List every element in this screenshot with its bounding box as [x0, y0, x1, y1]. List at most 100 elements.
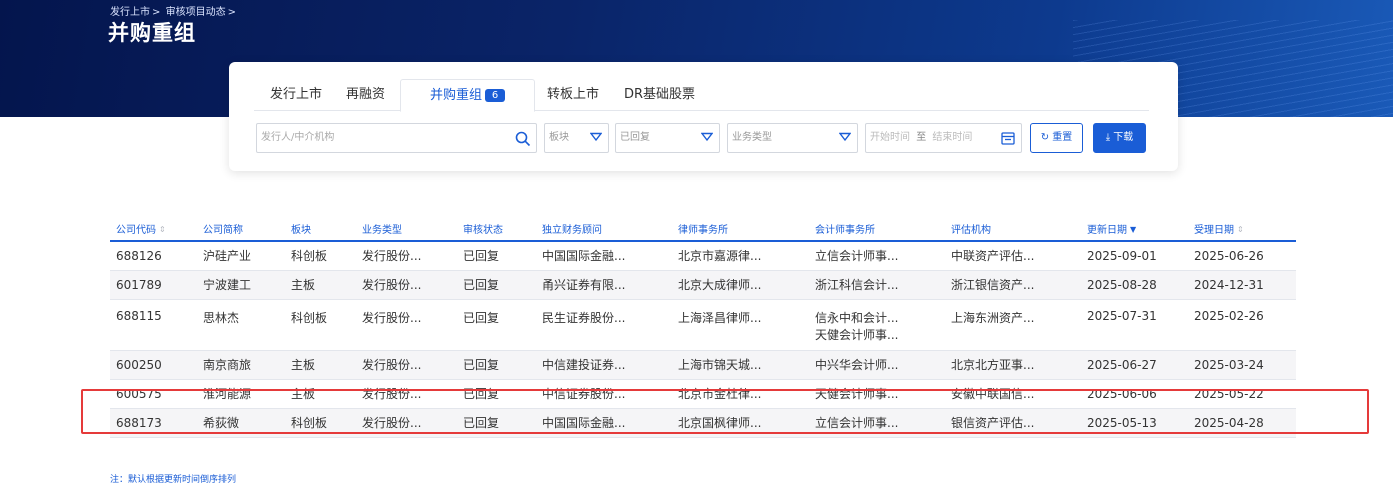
cell-appraisal-agency: 北京北方亚事... — [945, 350, 1081, 380]
cell-accept-date: 2024-12-31 — [1188, 270, 1296, 300]
tab-dr-stock[interactable]: DR基础股票 — [624, 79, 695, 112]
cell-financial-advisor: 甬兴证券有限... — [536, 270, 672, 300]
cell-review-status: 已回复 — [457, 379, 536, 409]
header-label: 受理日期 — [1194, 225, 1234, 236]
cell-accept-date: 2025-02-26 — [1188, 299, 1296, 351]
cell-company-short-name: 南京商旅 — [197, 350, 285, 380]
download-icon: ⤓ — [1105, 132, 1111, 143]
date-range-picker[interactable]: 开始时间 至 结束时间 — [865, 123, 1022, 153]
tab-merger-reorganization[interactable]: 并购重组 6 — [400, 79, 536, 112]
tab-refinancing[interactable]: 再融资 — [346, 79, 385, 112]
search-field — [256, 123, 537, 153]
cell-update-date: 2025-06-27 — [1081, 350, 1188, 380]
start-date-placeholder[interactable]: 开始时间 — [870, 132, 910, 143]
cell-board: 科创板 — [285, 299, 356, 351]
cell-update-date: 2025-05-13 — [1081, 408, 1188, 438]
cell-business-type: 发行股份... — [356, 241, 457, 271]
column-header-accept-date[interactable]: 受理日期 ⇕ — [1188, 217, 1296, 242]
cell-business-type: 发行股份... — [356, 408, 457, 438]
cell-business-type: 发行股份... — [356, 379, 457, 409]
chevron-down-icon — [839, 132, 851, 142]
cell-review-status: 已回复 — [457, 408, 536, 438]
column-header-update-date[interactable]: 更新日期 ▼ — [1081, 217, 1188, 242]
tab-label: 转板上市 — [547, 87, 600, 102]
cell-company-code: 688173 — [110, 408, 197, 438]
status-select[interactable]: 已回复 — [615, 123, 720, 153]
cell-update-date: 2025-06-06 — [1081, 379, 1188, 409]
cell-accept-date: 2025-06-26 — [1188, 241, 1296, 271]
cell-law-firm: 上海泽昌律师... — [672, 299, 809, 351]
calendar-icon[interactable] — [1001, 131, 1015, 145]
table-row[interactable]: 688173 希荻微 科创板 发行股份... 已回复 中国国际金融... 北京国枫律师...… — [110, 408, 1296, 438]
sort-icon[interactable]: ⇕ — [159, 225, 166, 234]
header-label: 更新日期 — [1087, 225, 1127, 236]
end-date-placeholder[interactable]: 结束时间 — [932, 132, 972, 143]
cell-company-code: 688126 — [110, 241, 197, 271]
sort-icon[interactable]: ⇕ — [1237, 225, 1244, 234]
cell-accounting-firm: 中兴华会计师... — [809, 350, 945, 380]
column-header-appraisal: 评估机构 — [945, 217, 1081, 242]
table-row[interactable]: 688115 思林杰 科创板 发行股份... 已回复 民生证券股份... 上海泽昌律师...… — [110, 299, 1296, 351]
column-header-financial-advisor: 独立财务顾问 — [536, 217, 672, 242]
cell-company-code: 600250 — [110, 350, 197, 380]
cell-review-status: 已回复 — [457, 241, 536, 271]
table-row[interactable]: 688126 沪硅产业 科创板 发行股份... 已回复 中国国际金融... 北京市嘉源律..… — [110, 241, 1296, 271]
cell-board: 主板 — [285, 350, 356, 380]
column-header-accounting-firm: 会计师事务所 — [809, 217, 945, 242]
cell-law-firm: 北京国枫律师... — [672, 408, 809, 438]
board-select[interactable]: 板块 — [544, 123, 609, 153]
column-header-code[interactable]: 公司代码 ⇕ — [110, 217, 197, 242]
filter-card: 发行上市 再融资 并购重组6 转板上市 DR基础股票 板块 已回复 业务类型 开… — [229, 62, 1178, 171]
cell-appraisal-agency: 浙江银信资产... — [945, 270, 1081, 300]
tab-board-transfer[interactable]: 转板上市 — [547, 79, 599, 112]
cell-accounting-firm: 浙江科信会计... — [809, 270, 945, 300]
tab-label: 发行上市 — [270, 87, 323, 102]
status-select-value: 已回复 — [620, 132, 650, 143]
cell-accounting-firm: 信永中和会计... 天健会计师事... — [809, 299, 945, 351]
cell-business-type: 发行股份... — [356, 270, 457, 300]
search-icon[interactable] — [515, 131, 531, 147]
cell-accept-date: 2025-05-22 — [1188, 379, 1296, 409]
tab-label: 并购重组 — [430, 88, 483, 103]
tab-ipo[interactable]: 发行上市 — [270, 79, 322, 112]
cell-update-date: 2025-07-31 — [1081, 299, 1188, 351]
cell-financial-advisor: 中信证券股份... — [536, 379, 672, 409]
cell-review-status: 已回复 — [457, 350, 536, 380]
cell-accept-date: 2025-03-24 — [1188, 350, 1296, 380]
cell-accounting-firm: 天健会计师事... — [809, 379, 945, 409]
cell-company-code: 601789 — [110, 270, 197, 300]
table-row[interactable]: 600250 南京商旅 主板 发行股份... 已回复 中信建投证券... 上海市锦天城...… — [110, 350, 1296, 380]
cell-accept-date: 2025-04-28 — [1188, 408, 1296, 438]
cell-company-short-name: 淮河能源 — [197, 379, 285, 409]
cell-company-short-name: 思林杰 — [197, 299, 285, 351]
sort-desc-icon[interactable]: ▼ — [1130, 225, 1136, 234]
cell-update-date: 2025-09-01 — [1081, 241, 1188, 271]
breadcrumb-separator: > — [227, 7, 236, 18]
cell-update-date: 2025-08-28 — [1081, 270, 1188, 300]
chevron-down-icon — [701, 132, 713, 142]
table-row[interactable]: 600575 淮河能源 主板 发行股份... 已回复 中信证券股份... 北京市金杜律...… — [110, 379, 1296, 409]
search-input[interactable] — [261, 124, 501, 151]
cell-company-short-name: 沪硅产业 — [197, 241, 285, 271]
cell-appraisal-agency: 上海东洲资产... — [945, 299, 1081, 351]
cell-accounting-firm: 立信会计师事... — [809, 408, 945, 438]
tab-label: DR基础股票 — [624, 87, 696, 102]
cell-law-firm: 上海市锦天城... — [672, 350, 809, 380]
cell-board: 科创板 — [285, 241, 356, 271]
download-button[interactable]: ⤓ 下载 — [1093, 123, 1146, 153]
tab-bar: 发行上市 再融资 并购重组 6 转板上市 DR基础股票 — [254, 79, 1149, 112]
sort-note: 注：默认根据更新时间倒序排列 — [110, 475, 237, 485]
business-type-select[interactable]: 业务类型 — [727, 123, 858, 153]
count-badge: 6 — [485, 89, 506, 102]
table-row[interactable]: 601789 宁波建工 主板 发行股份... 已回复 甬兴证券有限... 北京大成律师...… — [110, 270, 1296, 300]
page-title: 并购重组 — [108, 21, 196, 45]
review-table: 公司代码 ⇕ 公司简称 板块 业务类型 审核状态 独立财务顾问 律师事务所 会计师… — [110, 217, 1296, 438]
column-header-business-type: 业务类型 — [356, 217, 457, 242]
date-range-separator: 至 — [916, 132, 927, 143]
reset-button[interactable]: ↻ 重置 — [1030, 123, 1083, 153]
column-header-board: 板块 — [285, 217, 356, 242]
cell-law-firm: 北京市嘉源律... — [672, 241, 809, 271]
chevron-down-icon — [590, 132, 602, 142]
cell-accounting-firm: 立信会计师事... — [809, 241, 945, 271]
cell-appraisal-agency: 中联资产评估... — [945, 241, 1081, 271]
